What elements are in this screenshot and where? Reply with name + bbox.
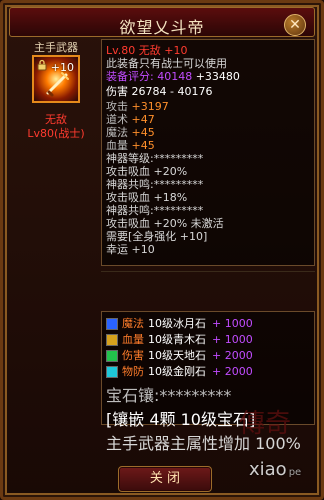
requirement-line: 需要[全身强化 +10] — [106, 230, 208, 243]
hp-line: 血量 +45 — [106, 139, 240, 152]
damage-label: 伤害 — [106, 85, 128, 98]
resonance-line-1: 神器共鸣:********* — [106, 178, 204, 191]
attack-line: 攻击 +3197 — [106, 100, 240, 113]
section-divider — [101, 271, 315, 272]
gem-type: 伤害 — [122, 349, 144, 362]
magic-label: 魔法 — [106, 126, 128, 139]
gem-desc: 10级金刚石 — [148, 365, 206, 378]
score-label: 装备评分: — [106, 70, 154, 83]
equipment-window: 欲望乂斗帝 ✕ 主手武器 +10 无敌 Lv80(战士) Lv.80 无敌 +1… — [0, 0, 324, 500]
gem-icon — [106, 318, 118, 330]
gem-desc: 10级天地石 — [148, 349, 206, 362]
watermark-logo: 傳奇 — [239, 409, 292, 439]
item-header: Lv.80 无敌 +10 — [106, 44, 188, 57]
luck-line: 幸运 +10 — [106, 243, 155, 256]
watermark-brand: xiao — [249, 459, 287, 480]
sword-icon — [46, 72, 69, 97]
lifesteal-line-2: 攻击吸血 +18% — [106, 191, 188, 204]
taoism-label: 道术 — [106, 113, 128, 126]
item-level-class: Lv80(战士) — [27, 127, 85, 140]
gem-icon — [106, 334, 118, 346]
window-title: 欲望乂斗帝 — [119, 18, 205, 37]
gem-row: 伤害 10级天地石 + 2000 — [106, 348, 301, 364]
resonance-line-2: 神器共鸣:********* — [106, 204, 204, 217]
gem-value: + 2000 — [212, 365, 253, 378]
damage-value: 26784 - 40176 — [131, 85, 213, 98]
close-button[interactable]: ✕ — [284, 14, 306, 36]
hp-value: +45 — [131, 139, 155, 152]
gem-value: + 1000 — [212, 317, 253, 330]
item-slot-title: 主手武器 — [34, 41, 78, 54]
gem-value: + 1000 — [212, 333, 253, 346]
watermark-site: xiao pe — [249, 459, 324, 499]
item-preview: 主手武器 +10 无敌 Lv80(战士) — [13, 39, 99, 149]
close-dialog-button[interactable]: 关 闭 — [118, 466, 212, 492]
score-bonus: +33480 — [195, 70, 240, 83]
gem-type: 血量 — [122, 333, 144, 346]
equipment-score-line: 装备评分: 40148 +33480 — [106, 70, 240, 83]
title-bar: 欲望乂斗帝 ✕ — [9, 7, 315, 37]
damage-line: 伤害 26784 - 40176 — [106, 85, 240, 98]
gem-desc: 10级青木石 — [148, 333, 206, 346]
gem-desc: 10级冰月石 — [148, 317, 206, 330]
weapon-icon: +10 — [32, 55, 80, 103]
gem-icon — [106, 366, 118, 378]
gem-row: 物防 10级金刚石 + 2000 — [106, 364, 301, 380]
gem-icon — [106, 350, 118, 362]
taoism-value: +47 — [131, 113, 155, 126]
gem-type: 魔法 — [122, 317, 144, 330]
taoism-line: 道术 +47 — [106, 113, 240, 126]
item-details: Lv.80 无敌 +10 此装备只有战士可以使用 装备评分: 40148 +33… — [106, 44, 240, 256]
artifact-level: 神器等级:********* — [106, 152, 204, 165]
item-details-panel: Lv.80 无敌 +10 此装备只有战士可以使用 装备评分: 40148 +33… — [101, 39, 315, 266]
gem-type: 物防 — [122, 365, 144, 378]
lifesteal-line-3: 攻击吸血 +20% 未激活 — [106, 217, 224, 230]
hp-label: 血量 — [106, 139, 128, 152]
lifesteal-line-1: 攻击吸血 +20% — [106, 165, 188, 178]
gem-row: 血量 10级青木石 + 1000 — [106, 332, 301, 348]
magic-value: +45 — [131, 126, 155, 139]
attack-label: 攻击 — [106, 100, 128, 113]
score-value: 40148 — [157, 70, 193, 83]
watermark-suffix: pe — [288, 467, 302, 478]
gem-row: 魔法 10级冰月石 + 1000 — [106, 316, 301, 332]
class-requirement: 此装备只有战士可以使用 — [106, 57, 227, 70]
magic-line: 魔法 +45 — [106, 126, 240, 139]
attack-value: +3197 — [131, 100, 169, 113]
gem-value: + 2000 — [212, 349, 253, 362]
